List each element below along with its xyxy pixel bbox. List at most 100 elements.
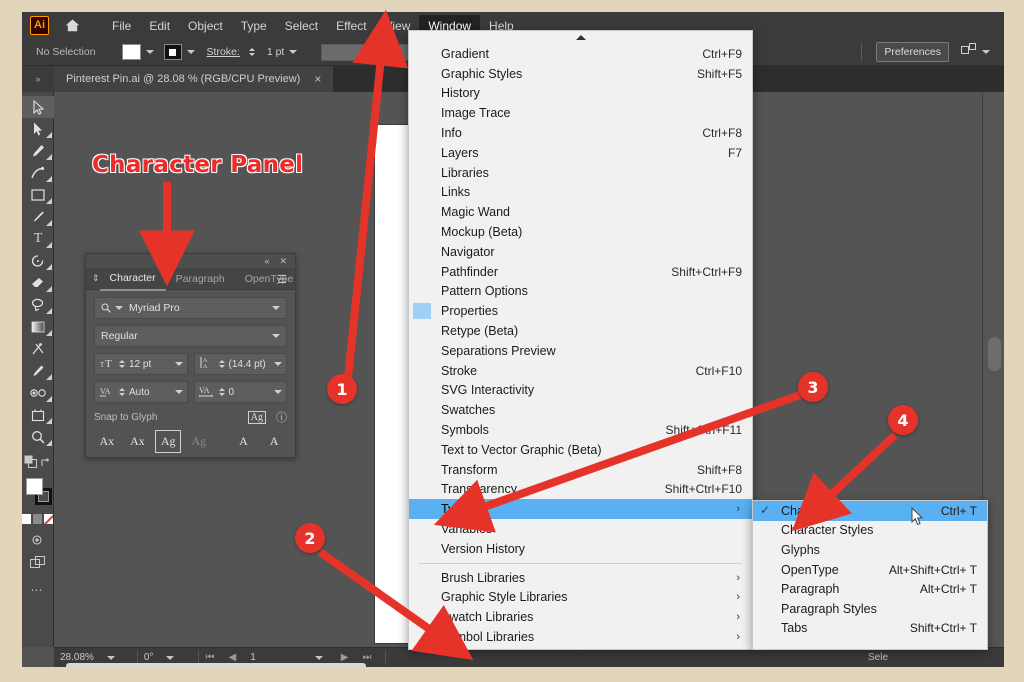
zoom-tool[interactable] <box>22 426 54 448</box>
menu-entry-stroke[interactable]: Stroke Ctrl+F10 <box>409 361 752 381</box>
edit-toolbar-icon[interactable]: ⋯ <box>22 583 53 597</box>
font-family-field[interactable]: Myriad Pro <box>94 297 287 319</box>
tool-flyout-icon[interactable] <box>46 198 52 204</box>
tool-flyout-icon[interactable] <box>46 374 52 380</box>
menu-entry-layers[interactable]: Layers F7 <box>409 143 752 163</box>
menu-item-effect[interactable]: Effect <box>327 15 375 37</box>
swap-fill-stroke-icon[interactable] <box>40 455 51 473</box>
menu-scroll-down-icon[interactable] <box>409 647 752 660</box>
menu-scroll-up-icon[interactable] <box>409 31 752 44</box>
menu-entry-transparency[interactable]: Transparency Shift+Ctrl+F10 <box>409 480 752 500</box>
menu-entry-libraries[interactable]: Libraries <box>409 163 752 183</box>
collapse-icon[interactable]: « <box>264 256 269 266</box>
tool-flyout-icon[interactable] <box>46 242 52 248</box>
kerning-field[interactable]: VA Auto <box>94 381 188 403</box>
glyph-button-all-caps[interactable]: Ax <box>94 430 120 453</box>
menu-entry-type[interactable]: Type › <box>409 499 752 520</box>
paintbrush-tool[interactable] <box>22 206 54 228</box>
tracking-field[interactable]: VA 0 <box>193 381 287 403</box>
tool-flyout-icon[interactable] <box>46 154 52 160</box>
glyph-button-subscript[interactable]: Ag <box>186 430 212 453</box>
tool-flyout-icon[interactable] <box>46 330 52 336</box>
screen-mode-icon[interactable] <box>22 556 53 569</box>
tracking-stepper[interactable] <box>218 388 225 396</box>
menu-entry-graphic-style-libraries[interactable]: Graphic Style Libraries › <box>409 588 752 608</box>
menu-entry-history[interactable]: History <box>409 84 752 104</box>
panel-menu-icon[interactable]: ☰ <box>277 273 287 286</box>
menu-entry-gradient[interactable]: Gradient Ctrl+F9 <box>409 44 752 64</box>
menu-item-object[interactable]: Object <box>179 15 232 37</box>
pen-tool[interactable] <box>22 140 54 162</box>
menu-entry-links[interactable]: Links <box>409 183 752 203</box>
kerning-chevron-down-icon[interactable] <box>174 390 183 394</box>
curvature-tool[interactable] <box>22 162 54 184</box>
document-tab-close-icon[interactable]: × <box>314 72 321 86</box>
tool-flyout-icon[interactable] <box>46 418 52 424</box>
tool-flyout-icon[interactable] <box>46 440 52 446</box>
menu-item-select[interactable]: Select <box>276 15 327 37</box>
font-size-field[interactable]: TT 12 pt <box>94 353 188 375</box>
menu-entry-pattern-options[interactable]: Pattern Options <box>409 282 752 302</box>
type-submenu[interactable]: CharacterCtrl+ T Character Styles Glyphs… <box>752 500 988 650</box>
menu-entry-mockup-beta[interactable]: Mockup (Beta) <box>409 222 752 242</box>
none-button[interactable] <box>44 514 53 524</box>
tool-flyout-icon[interactable] <box>46 264 52 270</box>
menu-entry-transform[interactable]: Transform Shift+F8 <box>409 460 752 480</box>
horizontal-scrollbar[interactable] <box>66 663 366 667</box>
type-tool[interactable]: T <box>22 228 54 250</box>
menu-entry-pathfinder[interactable]: Pathfinder Shift+Ctrl+F9 <box>409 262 752 282</box>
fill-chevron-down-icon[interactable] <box>145 50 154 54</box>
rotation-chevron-down-icon[interactable] <box>166 655 175 660</box>
window-dropdown-menu[interactable]: Gradient Ctrl+F9 Graphic Styles Shift+F5 H… <box>408 30 753 656</box>
eyedropper-tool[interactable] <box>22 360 54 382</box>
menu-entry-swatches[interactable]: Swatches <box>409 400 752 420</box>
menu-entry-retype-beta[interactable]: Retype (Beta) <box>409 321 752 341</box>
menu-entry-separations-preview[interactable]: Separations Preview <box>409 341 752 361</box>
arrange-documents-icon[interactable] <box>961 43 977 61</box>
glyph-button-small-caps[interactable]: Ax <box>125 430 151 453</box>
leading-chevron-down-icon[interactable] <box>274 362 282 366</box>
glyph-button-strikethrough[interactable]: A <box>261 430 287 453</box>
selection-tool[interactable] <box>22 96 54 118</box>
submenu-entry-paragraph-styles[interactable]: Paragraph Styles <box>753 599 987 619</box>
panel-drag-handle-icon[interactable]: ⇕ <box>92 273 100 284</box>
direct-selection-tool[interactable] <box>22 118 54 140</box>
submenu-entry-paragraph[interactable]: Paragraph Alt+Ctrl+ T <box>753 579 987 599</box>
blend-tool[interactable] <box>22 382 54 404</box>
panel-expand-icon[interactable]: » <box>22 66 54 92</box>
menu-entry-navigator[interactable]: Navigator <box>409 242 752 262</box>
fill-and-stroke-controls[interactable] <box>22 476 54 510</box>
fill-color-swatch[interactable] <box>26 478 43 495</box>
tool-flyout-icon[interactable] <box>46 308 52 314</box>
search-icon[interactable] <box>101 303 111 313</box>
stroke-swatch[interactable] <box>163 44 182 60</box>
gradient-tool[interactable] <box>22 316 54 338</box>
menu-entry-properties[interactable]: Properties <box>409 301 752 321</box>
submenu-entry-character[interactable]: CharacterCtrl+ T <box>753 501 987 521</box>
font-style-chevron-down-icon[interactable] <box>272 334 280 338</box>
menu-entry-magic-wand[interactable]: Magic Wand <box>409 202 752 222</box>
panel-grip-handle[interactable] <box>988 337 1001 371</box>
zoom-chevron-down-icon[interactable] <box>106 655 115 660</box>
stroke-chevron-down-icon[interactable] <box>186 50 195 54</box>
info-icon[interactable]: ⓘ <box>276 409 287 425</box>
stroke-weight-chevron-down-icon[interactable] <box>289 50 298 54</box>
artboard-chevron-down-icon[interactable] <box>314 655 323 660</box>
menu-item-type[interactable]: Type <box>232 15 276 37</box>
fill-swatch[interactable] <box>121 44 141 60</box>
font-size-chevron-down-icon[interactable] <box>174 362 183 366</box>
menu-entry-svg-interactivity[interactable]: SVG Interactivity <box>409 381 752 401</box>
tab-character[interactable]: Character <box>99 267 166 291</box>
font-size-stepper[interactable] <box>119 360 125 368</box>
menu-item-edit[interactable]: Edit <box>140 15 179 37</box>
puppet-warp-tool[interactable] <box>22 338 54 360</box>
preferences-button[interactable]: Preferences <box>876 42 949 62</box>
tool-flyout-icon[interactable] <box>46 132 52 138</box>
glyph-button-underline[interactable]: A <box>231 430 257 453</box>
menu-entry-swatch-libraries[interactable]: Swatch Libraries › <box>409 607 752 627</box>
artboard-tool[interactable] <box>22 404 54 426</box>
eraser-tool[interactable] <box>22 272 54 294</box>
change-screen-mode-icon[interactable] <box>24 455 37 473</box>
tracking-chevron-down-icon[interactable] <box>274 390 282 394</box>
submenu-entry-glyphs[interactable]: Glyphs <box>753 540 987 560</box>
